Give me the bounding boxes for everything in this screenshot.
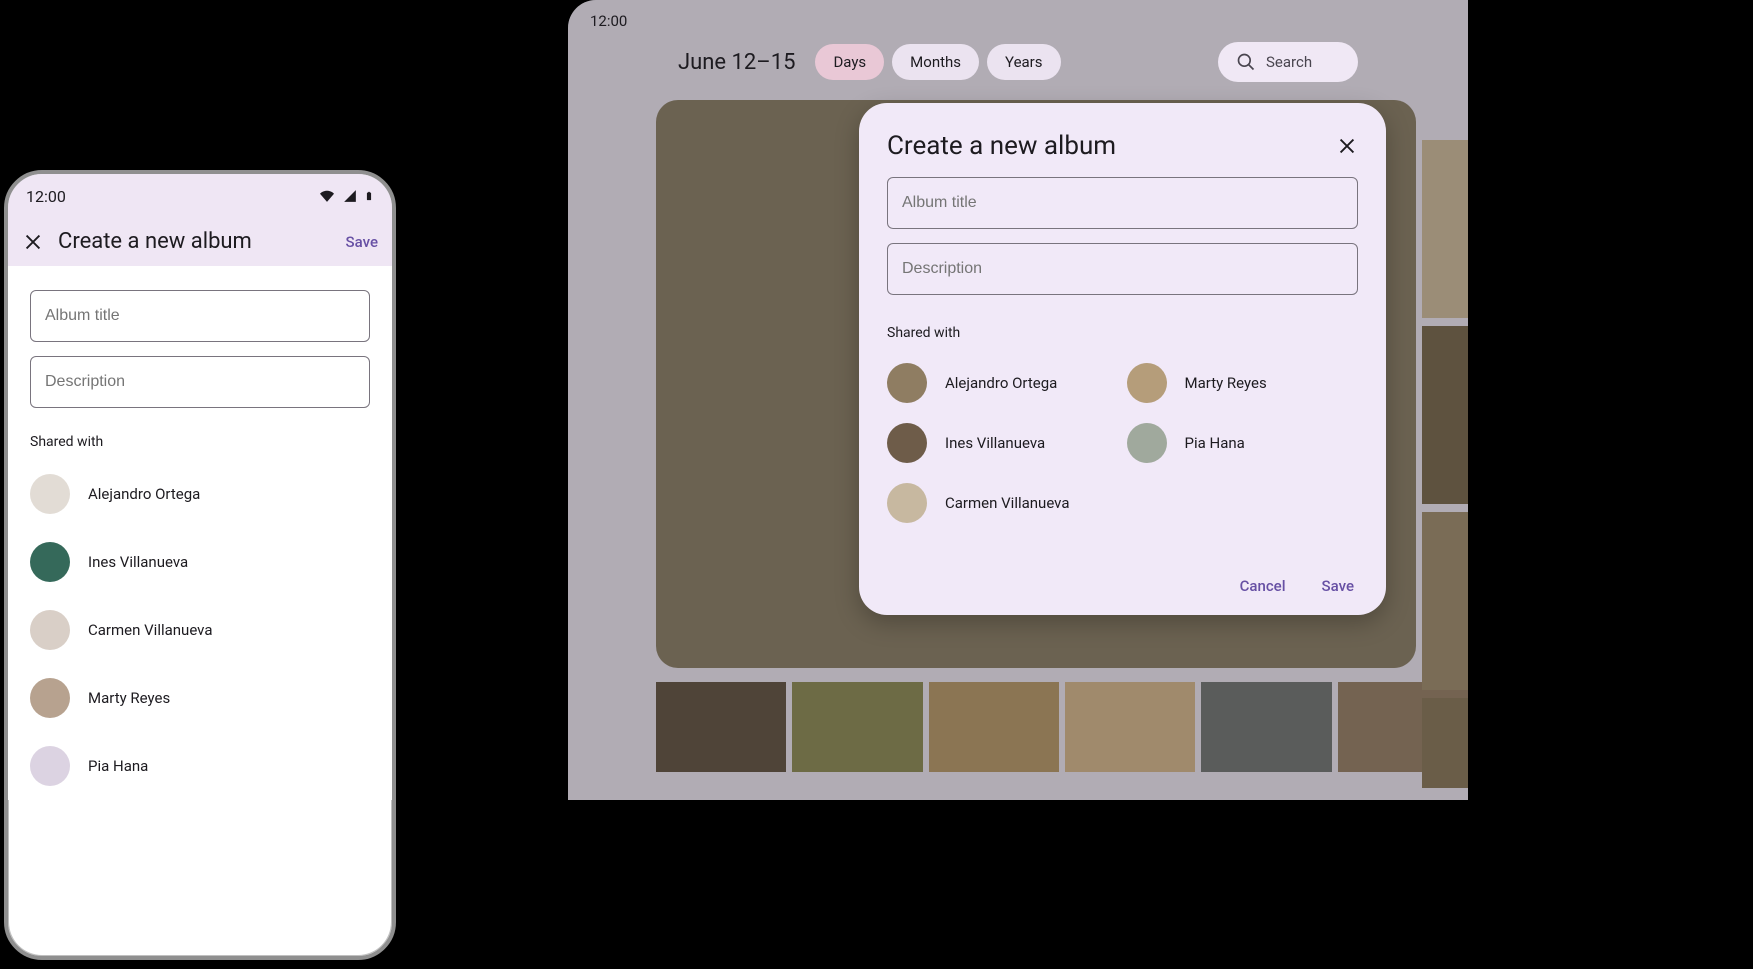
album-title-input[interactable] xyxy=(30,290,370,342)
cellular-icon xyxy=(342,189,358,203)
save-button[interactable]: Save xyxy=(1322,577,1354,595)
phone-status-time: 12:00 xyxy=(26,187,66,206)
photo-thumb[interactable] xyxy=(929,682,1059,772)
photo-thumb[interactable] xyxy=(1422,326,1468,504)
album-title-input[interactable] xyxy=(887,177,1358,229)
avatar xyxy=(1127,423,1167,463)
person-row[interactable]: Marty Reyes xyxy=(1127,353,1359,413)
person-row[interactable]: Pia Hana xyxy=(30,732,370,800)
person-name: Alejandro Ortega xyxy=(945,374,1057,392)
avatar xyxy=(30,474,70,514)
photo-thumb[interactable] xyxy=(1065,682,1195,772)
close-icon[interactable] xyxy=(1336,135,1358,157)
tablet-status-time: 12:00 xyxy=(590,12,627,30)
person-row[interactable]: Alejandro Ortega xyxy=(887,353,1119,413)
photo-thumb[interactable] xyxy=(1422,512,1468,690)
save-button[interactable]: Save xyxy=(346,233,378,251)
phone-content: Shared with Alejandro Ortega Ines Villanu… xyxy=(8,266,392,800)
tablet-header: June 12–15 DaysMonthsYears Search xyxy=(568,34,1468,100)
avatar xyxy=(887,423,927,463)
close-icon[interactable] xyxy=(22,231,44,253)
tablet-frame: 12:00 June 12–15 DaysMonthsYears Search xyxy=(568,0,1468,800)
avatar xyxy=(30,678,70,718)
shared-with-label: Shared with xyxy=(30,434,370,450)
person-row[interactable]: Carmen Villanueva xyxy=(887,473,1119,533)
search-bar[interactable]: Search xyxy=(1218,42,1358,82)
person-row[interactable]: Ines Villanueva xyxy=(887,413,1119,473)
avatar xyxy=(30,542,70,582)
avatar xyxy=(1127,363,1167,403)
person-name: Pia Hana xyxy=(1185,434,1245,452)
cancel-button[interactable]: Cancel xyxy=(1240,577,1286,595)
dialog-title: Create a new album xyxy=(887,131,1116,161)
person-row[interactable]: Pia Hana xyxy=(1127,413,1359,473)
phone-frame: 12:00 Create a new album Save xyxy=(4,170,396,960)
phone-page-title: Create a new album xyxy=(58,231,252,253)
photo-thumb[interactable] xyxy=(1422,698,1468,788)
avatar xyxy=(887,363,927,403)
photo-thumb[interactable] xyxy=(792,682,922,772)
person-name: Pia Hana xyxy=(88,757,148,775)
person-name: Marty Reyes xyxy=(88,689,170,707)
search-placeholder: Search xyxy=(1266,53,1312,71)
wifi-icon xyxy=(318,189,336,203)
person-row[interactable]: Alejandro Ortega xyxy=(30,460,370,528)
create-album-dialog: Create a new album Shared with Alejandro… xyxy=(859,103,1386,615)
avatar xyxy=(887,483,927,523)
avatar xyxy=(30,610,70,650)
person-name: Marty Reyes xyxy=(1185,374,1267,392)
search-icon xyxy=(1236,52,1256,72)
person-name: Alejandro Ortega xyxy=(88,485,200,503)
person-row[interactable]: Carmen Villanueva xyxy=(30,596,370,664)
photo-thumb[interactable] xyxy=(1422,140,1468,318)
shared-with-label: Shared with xyxy=(887,325,1358,341)
avatar xyxy=(30,746,70,786)
photo-thumb[interactable] xyxy=(1201,682,1331,772)
description-input[interactable] xyxy=(30,356,370,408)
person-row[interactable]: Marty Reyes xyxy=(30,664,370,732)
person-name: Carmen Villanueva xyxy=(945,494,1070,512)
phone-top-app-bar: Create a new album Save xyxy=(8,218,392,266)
person-name: Ines Villanueva xyxy=(945,434,1045,452)
person-name: Carmen Villanueva xyxy=(88,621,213,639)
date-range: June 12–15 xyxy=(678,50,795,75)
person-name: Ines Villanueva xyxy=(88,553,188,571)
description-input[interactable] xyxy=(887,243,1358,295)
tab-months[interactable]: Months xyxy=(892,44,979,80)
tab-years[interactable]: Years xyxy=(987,44,1060,80)
photo-thumb[interactable] xyxy=(656,682,786,772)
battery-icon xyxy=(364,188,374,204)
tab-days[interactable]: Days xyxy=(815,44,884,80)
phone-status-bar: 12:00 xyxy=(8,174,392,218)
person-row[interactable]: Ines Villanueva xyxy=(30,528,370,596)
